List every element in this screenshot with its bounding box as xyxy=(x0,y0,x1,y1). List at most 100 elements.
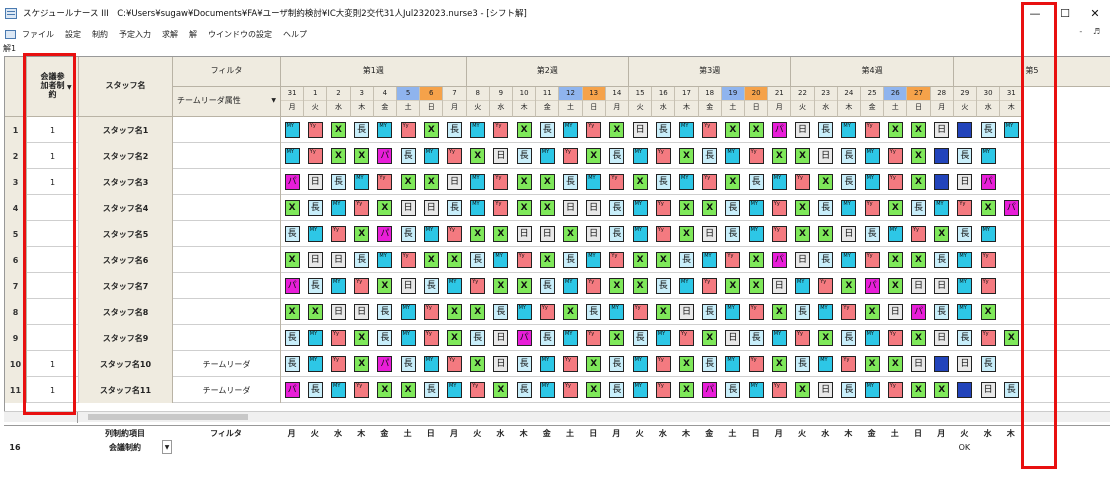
scroll-thumb[interactable] xyxy=(88,414,248,420)
shift-cell-x[interactable]: X xyxy=(377,382,393,398)
shift-cell-d[interactable]: 日 xyxy=(493,330,509,346)
filter-cell[interactable] xyxy=(173,117,281,143)
shift-cell-c[interactable]: 長 xyxy=(911,200,926,216)
shift-cell-c[interactable]: 長 xyxy=(841,382,857,398)
shift-cell-yy[interactable]: Yy xyxy=(887,330,903,346)
shift-cell-d[interactable]: 日 xyxy=(331,304,346,320)
shift-cell-yy[interactable]: Yy xyxy=(702,278,718,294)
shift-cell-yy[interactable]: Yy xyxy=(423,304,439,320)
shift-cell-my[interactable]: MY xyxy=(400,330,416,346)
shift-cell-my[interactable]: MY xyxy=(563,122,578,138)
shift-cell-yy[interactable]: Yy xyxy=(725,252,741,268)
shift-cell-c[interactable]: 長 xyxy=(957,226,973,242)
menu-settings[interactable]: 設定 xyxy=(65,29,81,40)
shift-cell-yy[interactable]: Yy xyxy=(331,226,346,242)
shift-cell-c[interactable]: 長 xyxy=(447,122,462,138)
shift-cell-c[interactable]: 長 xyxy=(609,200,625,216)
shift-cell-x[interactable]: X xyxy=(655,304,671,320)
shift-cell-my[interactable]: MY xyxy=(864,148,880,164)
shift-cell-d[interactable]: 日 xyxy=(725,330,741,346)
shift-cell-x[interactable]: X xyxy=(795,148,810,164)
shift-cell-c[interactable]: 長 xyxy=(980,356,996,372)
shift-cell-c[interactable]: 長 xyxy=(563,174,578,190)
shift-cell-d[interactable]: 日 xyxy=(795,122,810,138)
shift-cell-x[interactable]: X xyxy=(841,278,857,294)
shift-cell-d[interactable]: 日 xyxy=(957,356,973,372)
shift-cell-p[interactable]: パ xyxy=(516,330,532,346)
shift-cell-my[interactable]: MY xyxy=(586,252,602,268)
shift-cell-c[interactable]: 長 xyxy=(841,148,857,164)
shift-cell-x[interactable]: X xyxy=(516,122,532,138)
shift-cell-my[interactable]: MY xyxy=(423,226,439,242)
shift-cell-x[interactable]: X xyxy=(771,356,787,372)
shift-cell-c[interactable]: 長 xyxy=(609,148,625,164)
shift-cell-x[interactable]: X xyxy=(864,356,880,372)
shift-cell-yy[interactable]: Yy xyxy=(911,226,926,242)
shift-cell-my[interactable]: MY xyxy=(539,356,555,372)
shift-cell-x[interactable]: X xyxy=(586,356,602,372)
shift-cell-p[interactable]: パ xyxy=(284,174,300,190)
shift-cell-x[interactable]: X xyxy=(934,226,950,242)
shift-cell-my[interactable]: MY xyxy=(470,174,486,190)
shift-cell-x[interactable]: X xyxy=(702,200,718,216)
shift-cell-yy[interactable]: Yy xyxy=(354,200,370,216)
shift-cell-c[interactable]: 長 xyxy=(725,200,741,216)
filter-cell[interactable] xyxy=(173,325,281,351)
shift-cell-yy[interactable]: Yy xyxy=(655,356,671,372)
shift-cell-x[interactable]: X xyxy=(679,382,694,398)
shift-cell-yy[interactable]: Yy xyxy=(586,122,602,138)
shift-cell-x[interactable]: X xyxy=(725,278,741,294)
shift-cell-d[interactable]: 日 xyxy=(493,148,509,164)
shift-cell-p[interactable]: パ xyxy=(702,382,718,398)
shift-cell-p[interactable]: パ xyxy=(771,122,787,138)
shift-cell-yy[interactable]: Yy xyxy=(377,174,393,190)
shift-cell-my[interactable]: MY xyxy=(679,122,694,138)
shift-cell-my[interactable]: MY xyxy=(400,304,416,320)
shift-cell-my[interactable]: MY xyxy=(841,252,857,268)
shift-cell-c[interactable]: 長 xyxy=(284,356,300,372)
shift-cell-my[interactable]: MY xyxy=(957,278,973,294)
shift-cell-c[interactable]: 長 xyxy=(632,330,648,346)
shift-cell-d[interactable]: 日 xyxy=(586,200,602,216)
shift-cell-my[interactable]: MY xyxy=(632,148,648,164)
shift-cell-c[interactable]: 長 xyxy=(841,330,857,346)
shift-cell-yy[interactable]: Yy xyxy=(887,382,903,398)
shift-cell-yy[interactable]: Yy xyxy=(841,304,857,320)
shift-cell-my[interactable]: MY xyxy=(864,174,880,190)
shift-cell-c[interactable]: 長 xyxy=(725,382,741,398)
shift-cell-c[interactable]: 長 xyxy=(655,122,671,138)
shift-cell-x[interactable]: X xyxy=(887,200,903,216)
shift-cell-x[interactable]: X xyxy=(470,356,486,372)
filter-cell[interactable] xyxy=(173,299,281,325)
shift-cell-d[interactable]: 日 xyxy=(911,356,926,372)
shift-cell-x[interactable]: X xyxy=(795,382,810,398)
shift-cell-c[interactable]: 長 xyxy=(516,148,532,164)
shift-cell-my[interactable]: MY xyxy=(771,330,787,346)
shift-cell-yy[interactable]: Yy xyxy=(748,304,764,320)
shift-cell-my[interactable]: MY xyxy=(307,356,323,372)
menu-file[interactable]: ファイル xyxy=(22,29,54,40)
shift-cell-my[interactable]: MY xyxy=(539,148,555,164)
shift-cell-yy[interactable]: Yy xyxy=(447,148,462,164)
shift-cell-c[interactable]: 長 xyxy=(934,252,950,268)
shift-cell-o[interactable]: O xyxy=(957,382,973,398)
shift-cell-x[interactable]: X xyxy=(609,278,625,294)
shift-cell-d[interactable]: 日 xyxy=(423,200,439,216)
shift-cell-c[interactable]: 長 xyxy=(539,330,555,346)
shift-cell-x[interactable]: X xyxy=(679,148,694,164)
shift-cell-my[interactable]: MY xyxy=(818,356,834,372)
shift-cell-c[interactable]: 長 xyxy=(679,252,694,268)
shift-cell-my[interactable]: MY xyxy=(748,382,764,398)
shift-cell-x[interactable]: X xyxy=(980,304,996,320)
shift-cell-c[interactable]: 長 xyxy=(516,382,532,398)
shift-cell-x[interactable]: X xyxy=(771,148,787,164)
shift-cell-x[interactable]: X xyxy=(284,200,300,216)
shift-cell-yy[interactable]: Yy xyxy=(771,200,787,216)
shift-cell-x[interactable]: X xyxy=(331,148,346,164)
shift-cell-yy[interactable]: Yy xyxy=(447,226,462,242)
footer-dropdown-arrow[interactable]: ▼ xyxy=(162,440,172,454)
shift-cell-yy[interactable]: Yy xyxy=(795,174,810,190)
shift-cell-c[interactable]: 長 xyxy=(354,252,370,268)
shift-cell-c[interactable]: 長 xyxy=(539,278,555,294)
shift-cell-my[interactable]: MY xyxy=(516,304,532,320)
